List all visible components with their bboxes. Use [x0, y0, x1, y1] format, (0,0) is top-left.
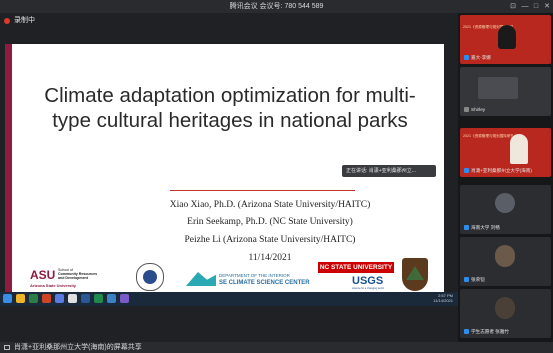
participant-tile[interactable]: 2021《资源管理与规划国际研究年会 肖潇+亚利桑那州立大学(海南)	[460, 128, 551, 177]
app-icon-2[interactable]	[120, 294, 129, 303]
user-icon	[464, 55, 469, 60]
screen-share-icon	[4, 345, 10, 350]
participant-name: Shirley	[471, 107, 486, 112]
maximize-icon[interactable]: □	[531, 0, 541, 13]
taskbar-clock: 2:57 PM 11/14/2021	[433, 293, 453, 303]
participant-name: 海南大学 刘畅	[471, 225, 500, 230]
minimize-icon[interactable]: —	[520, 0, 530, 13]
asu-logo: ASU School of Community Resources and De…	[30, 268, 98, 288]
word-icon[interactable]	[81, 294, 90, 303]
author-line-1: Xiao Xiao, Ph.D. (Arizona State Universi…	[169, 200, 371, 210]
author-line-3: Peizhe Li (Arizona State University/HAIT…	[184, 235, 356, 245]
excel-icon[interactable]	[94, 294, 103, 303]
avatar	[495, 193, 515, 213]
user-icon	[464, 225, 469, 230]
usgs-logo: USGS science for a changing world	[352, 275, 384, 290]
interior-csc-logo: DEPARTMENT OF THE INTERIOR SE CLIMATE SC…	[186, 272, 316, 290]
slide-divider	[170, 190, 355, 191]
participant-name: 肖潇+亚利桑那州立大学(海南)	[471, 168, 532, 173]
participant-name: 嘉大-李娜	[471, 55, 491, 60]
recording-label: 录制中	[14, 17, 35, 24]
user-icon	[464, 329, 469, 334]
haitc-seal-logo	[136, 263, 164, 291]
start-icon[interactable]	[3, 294, 12, 303]
user-icon	[464, 277, 469, 282]
browser-icon[interactable]	[55, 294, 64, 303]
author-line-2: Erin Seekamp, Ph.D. (NC State University…	[187, 217, 353, 227]
slide-accent-bar	[5, 44, 12, 294]
participant-name: 张荣铠	[471, 277, 485, 282]
participant-video	[478, 77, 518, 99]
user-icon	[464, 168, 469, 173]
recording-icon	[4, 18, 10, 24]
mountain-icon	[186, 272, 216, 286]
ncstate-logo: NC STATE UNIVERSITY	[318, 262, 394, 273]
avatar	[495, 245, 515, 267]
app-icon[interactable]	[29, 294, 38, 303]
notepad-icon[interactable]	[68, 294, 77, 303]
nps-arrowhead-logo	[402, 258, 428, 291]
participant-tile[interactable]: 海南大学 刘畅	[460, 185, 551, 234]
slide-title: Climate adaptation optimization for mult…	[44, 84, 416, 132]
participant-tile[interactable]: 2021《资源管理与规划国际研究年会 嘉大-李娜	[460, 15, 551, 64]
file-explorer-icon[interactable]	[16, 294, 25, 303]
window-title-bar: 腾讯会议 会议号: 780 544 589	[0, 0, 553, 13]
participant-video	[510, 134, 528, 164]
pin-icon[interactable]: ⊡	[508, 0, 518, 13]
participant-tile[interactable]: Shirley	[460, 67, 551, 116]
participant-tile[interactable]: 学生志愿者 张雅竹	[460, 289, 551, 338]
participant-name: 学生志愿者 张雅竹	[471, 329, 510, 334]
window-title: 腾讯会议 会议号: 780 544 589	[229, 3, 324, 10]
participant-video	[498, 25, 516, 49]
close-icon[interactable]: ✕	[542, 0, 552, 13]
powerpoint-icon[interactable]	[42, 294, 51, 303]
mic-off-icon	[464, 107, 469, 112]
participant-tile[interactable]: 张荣铠	[460, 237, 551, 286]
screen-share-label: 肖潇+亚利桑那州立大学(海南)的屏幕共享	[14, 344, 142, 351]
speaking-indicator: 正在讲话: 肖潇+亚利桑那州立...	[342, 165, 436, 177]
avatar	[495, 297, 515, 319]
meeting-app-icon[interactable]	[107, 294, 116, 303]
